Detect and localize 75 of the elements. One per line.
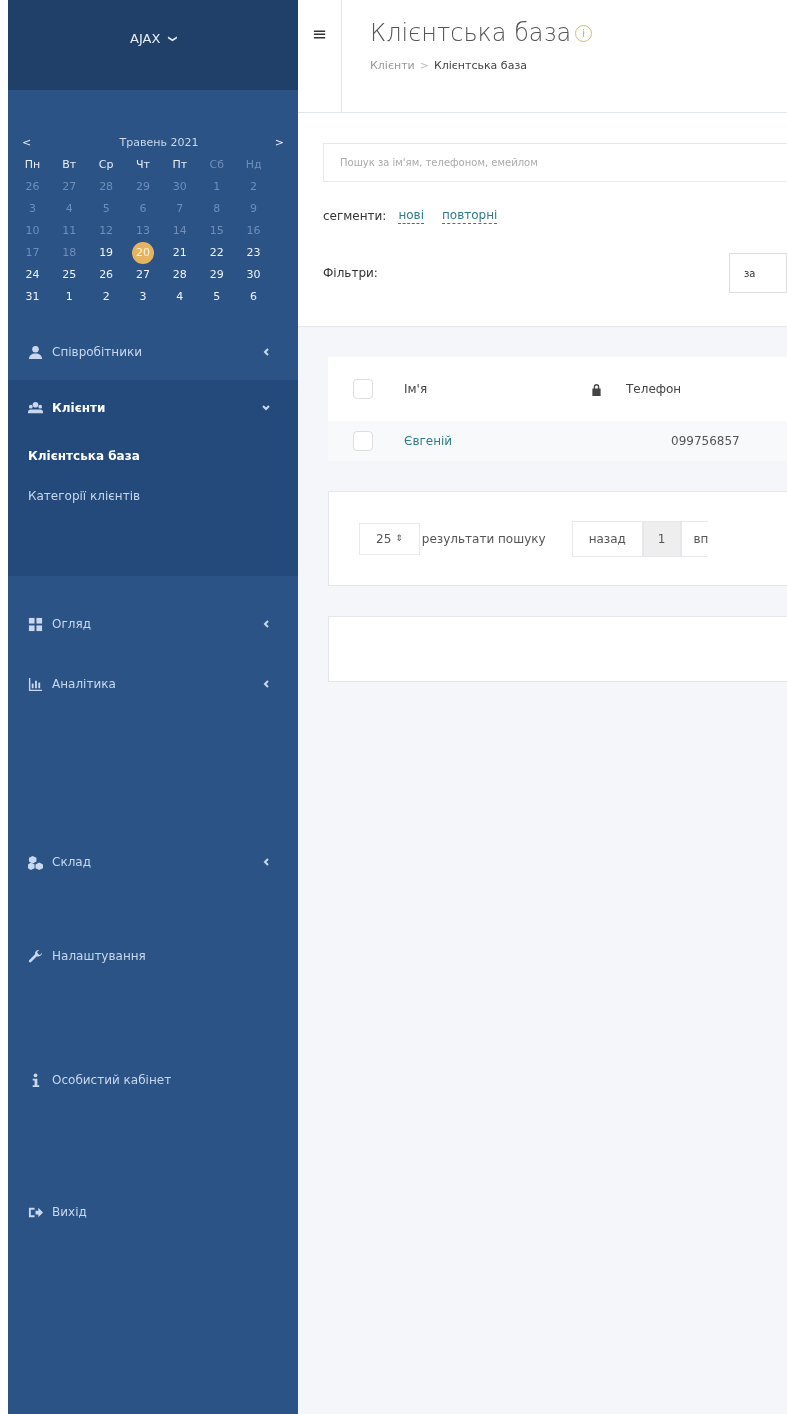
- table-cell-text: 099756857: [671, 433, 740, 450]
- column-header[interactable]: Ім'я: [404, 380, 428, 398]
- calendar-day[interactable]: 24: [21, 264, 44, 286]
- calendar-day[interactable]: 30: [242, 264, 265, 286]
- user-icon: [28, 344, 43, 360]
- calendar-day[interactable]: 5: [205, 286, 228, 308]
- page-button[interactable]: 1: [642, 520, 681, 557]
- calendar-month: Травень 2021: [118, 134, 199, 151]
- brand-caret[interactable]: ❯: [165, 35, 179, 43]
- filter-select[interactable]: за: [728, 253, 787, 293]
- chevron-left-icon: [262, 858, 270, 866]
- calendar-day[interactable]: 22: [205, 242, 228, 264]
- breadcrumb-item: Клієнтська база: [433, 58, 527, 74]
- select-all-checkbox[interactable]: [353, 379, 373, 399]
- chevron-left-icon: [262, 680, 270, 688]
- bar-chart-icon: [28, 676, 43, 692]
- calendar-day[interactable]: 25: [58, 264, 81, 286]
- calendar-day[interactable]: 3: [132, 286, 154, 308]
- next-month-arrow[interactable]: >: [274, 134, 284, 152]
- weekday-label: Вт: [61, 156, 78, 173]
- chevron-left-icon: [262, 348, 270, 356]
- sidebar-menu-item[interactable]: Вихід: [8, 1140, 298, 1284]
- calendar-day[interactable]: 27: [132, 264, 154, 286]
- sidebar-menu-item[interactable]: Налаштування: [8, 892, 298, 1020]
- calendar-day[interactable]: 21: [168, 242, 191, 264]
- next-page-button[interactable]: вп: [680, 520, 709, 557]
- column-header[interactable]: Телефон: [626, 380, 682, 398]
- filters-label: Фільтри:: [323, 265, 379, 282]
- wrench-icon: [28, 948, 43, 964]
- weekday-label: Сб: [208, 156, 225, 173]
- weekday-label: Чт: [135, 156, 151, 173]
- prev-page-button[interactable]: назад: [571, 520, 643, 557]
- weekday-label: Пн: [23, 156, 42, 173]
- weekday-label: Нд: [244, 156, 263, 173]
- segment-link[interactable]: повторні: [442, 208, 498, 224]
- sidebar-menu-item[interactable]: Клієнти: [8, 380, 298, 436]
- segment-link[interactable]: нові: [398, 208, 424, 224]
- client-name-link[interactable]: Євгеній: [404, 432, 671, 450]
- breadcrumb-separator: >: [419, 58, 429, 74]
- calendar-day[interactable]: 29: [205, 264, 228, 286]
- sidebar-submenu-item[interactable]: Категорії клієнтів: [8, 476, 298, 516]
- prev-month-arrow[interactable]: <: [22, 134, 32, 152]
- calendar-day[interactable]: 6: [242, 286, 265, 308]
- sidebar-menu-item[interactable]: Огляд: [8, 594, 298, 654]
- weekday-label: Ср: [97, 156, 115, 173]
- sidebar-menu-item[interactable]: Аналітика: [8, 654, 298, 714]
- calendar-day[interactable]: 31: [21, 286, 44, 308]
- chevron-down-icon: [262, 404, 270, 412]
- sidebar-menu-item[interactable]: Особистий кабінет: [8, 1020, 298, 1140]
- calendar-day[interactable]: 4: [168, 286, 191, 308]
- chevron-left-icon: [262, 620, 270, 628]
- page-size-value: 25: [376, 530, 392, 548]
- weekday-label: Пт: [171, 156, 189, 173]
- calendar-day[interactable]: 1: [58, 286, 81, 308]
- cubes-icon: [28, 854, 43, 870]
- calendar-day[interactable]: 28: [168, 264, 191, 286]
- calendar-day[interactable]: 26: [95, 264, 118, 286]
- sidebar-menu-item[interactable]: Склад: [8, 832, 298, 892]
- brand-name[interactable]: AJAX: [130, 29, 161, 49]
- page-size-select[interactable]: 25 ⇕: [359, 522, 420, 555]
- segments-label: сегменти:: [323, 208, 387, 225]
- sidebar-submenu-item[interactable]: Клієнтська база: [8, 436, 298, 476]
- calendar-day[interactable]: 2: [95, 286, 118, 308]
- search-field[interactable]: Пошук за ім'ям, телефоном, емейлом: [323, 143, 787, 182]
- users-icon: [28, 400, 43, 416]
- breadcrumb-item[interactable]: Клієнти: [370, 58, 415, 75]
- row-checkbox[interactable]: [353, 431, 373, 451]
- sidebar-menu-item[interactable]: Співробітники: [8, 324, 298, 380]
- calendar-day[interactable]: 19: [95, 242, 118, 264]
- calendar-day[interactable]: 23: [242, 242, 265, 264]
- grid-icon: [28, 616, 43, 632]
- page-title: Клієнтська база: [370, 18, 572, 48]
- page-size-label: результати пошуку: [421, 530, 546, 548]
- menu-toggle[interactable]: ≡: [311, 20, 328, 112]
- sort-arrows-icon: ⇕: [395, 531, 403, 546]
